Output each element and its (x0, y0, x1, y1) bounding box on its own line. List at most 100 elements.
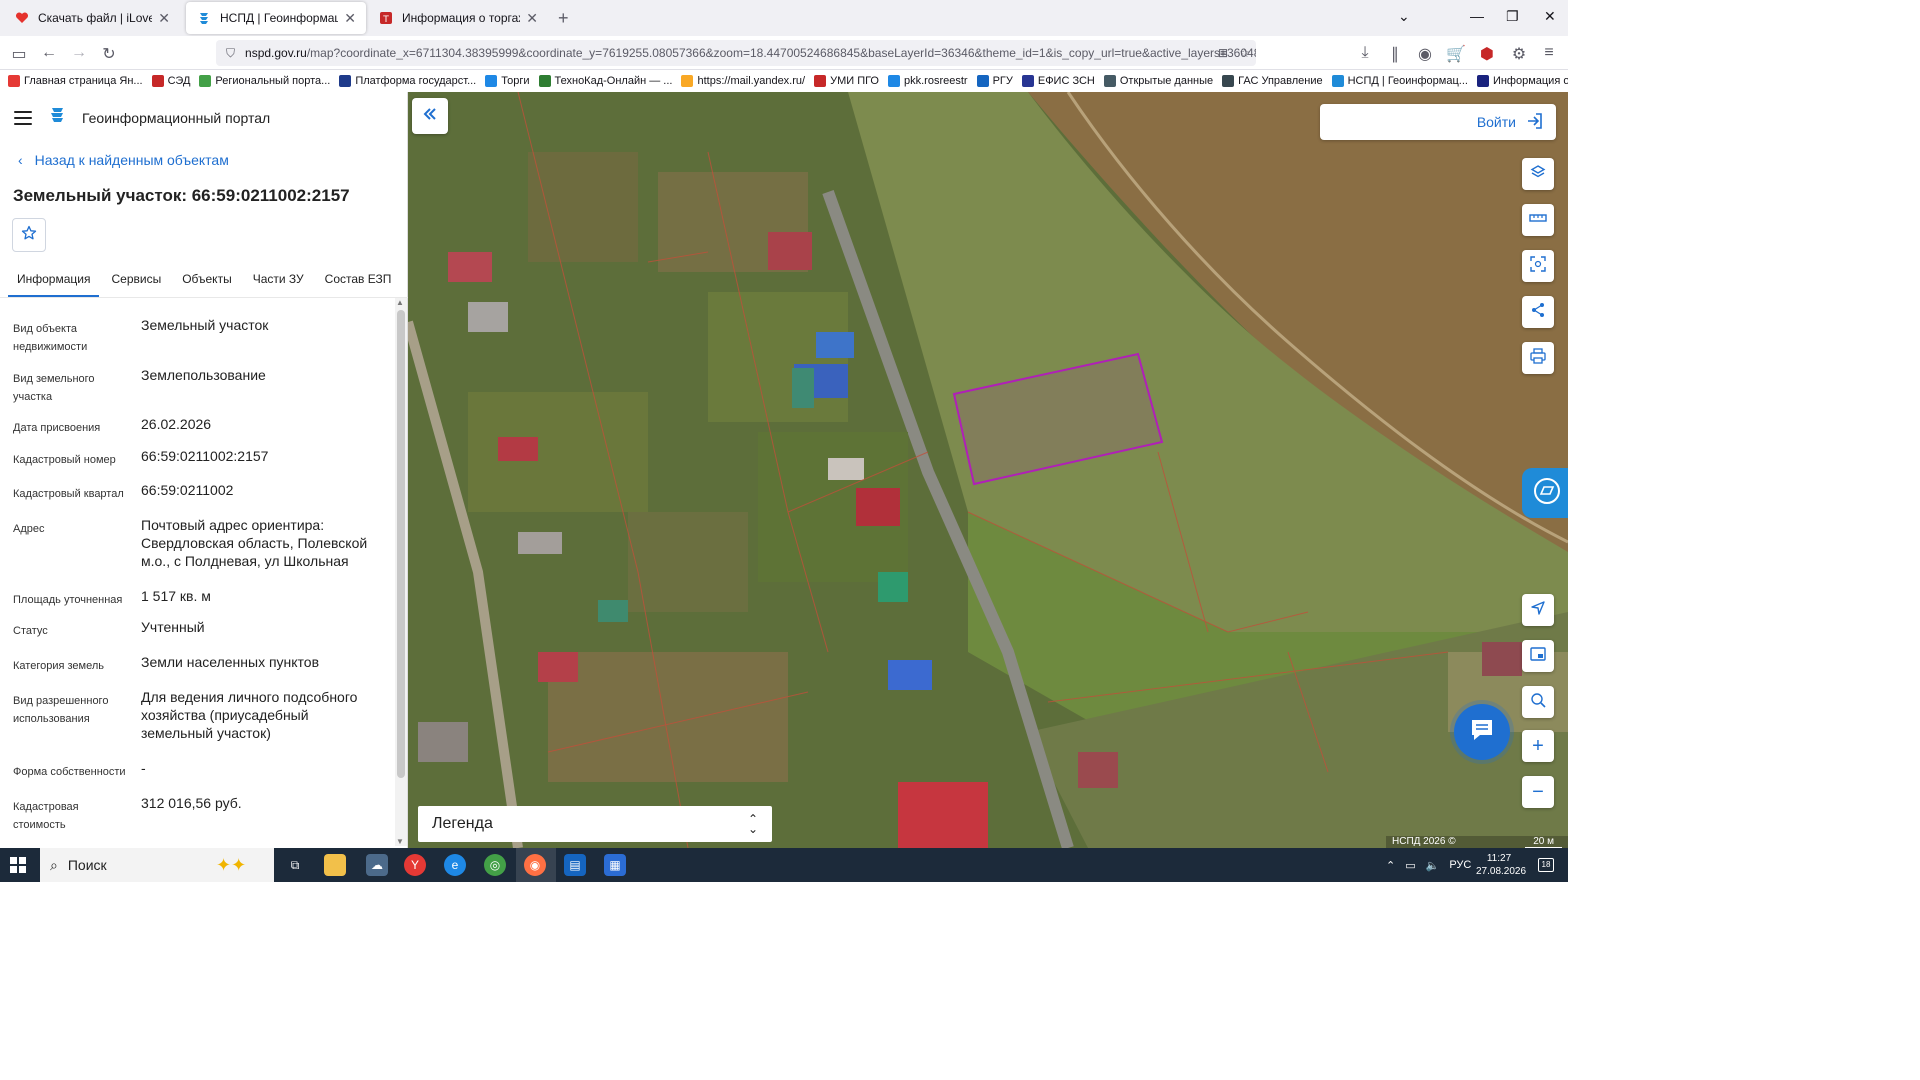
clock[interactable]: 11:27 27.08.2026 (1476, 852, 1527, 878)
legend-dropdown[interactable]: Легенда ⌃ ⌄ (418, 806, 772, 842)
bookmark-favicon-icon (1222, 75, 1235, 87)
bookmark-label: РГУ (992, 75, 1013, 87)
tab-objects[interactable]: Объекты (173, 262, 241, 297)
chat-button[interactable] (1454, 704, 1510, 760)
window-close-icon[interactable]: ✕ (1544, 8, 1556, 25)
printer-icon (1530, 347, 1546, 369)
share-button[interactable] (1522, 296, 1554, 328)
zoom-out-button[interactable]: − (1522, 776, 1554, 808)
map-view[interactable]: Войти + − Легенда ⌃ ⌄ НСПД 2026 © 20 м (408, 92, 1568, 848)
bookmark-star-icon[interactable]: ☆ (1239, 46, 1250, 60)
layers-icon (1530, 164, 1546, 185)
restore-icon[interactable]: ❐ (1506, 8, 1519, 25)
internet-explorer-icon[interactable]: e (444, 854, 466, 876)
bookmark-item[interactable]: ГАС Управление (1222, 75, 1323, 87)
search-highlight-icon: ✦✦ (216, 854, 247, 875)
tab-torgi[interactable]: Т Информация о торгах — Глав ✕ (368, 2, 548, 34)
taskbar-search[interactable]: ⌕ Поиск ✦✦ (40, 848, 274, 882)
network-icon[interactable]: ▭ (1405, 859, 1415, 872)
bookmark-label: СЭД (167, 75, 191, 87)
notification-badge[interactable]: 18 (1538, 858, 1554, 872)
bookmark-item[interactable]: Региональный порта... (199, 75, 330, 87)
layers-button[interactable] (1522, 158, 1554, 190)
bookmark-item[interactable]: Главная страница Ян... (8, 75, 143, 87)
attribute-value: 312 016,56 руб. (141, 795, 242, 811)
bookmark-item[interactable]: РГУ (976, 75, 1013, 87)
task-view-icon[interactable]: ⧉ (284, 854, 306, 876)
assistant-button[interactable] (1522, 468, 1568, 518)
reload-icon[interactable]: ↻ (100, 44, 118, 64)
attribute-list: Вид объекта недвижимости Земельный участ… (0, 306, 396, 846)
bookmark-favicon-icon (1331, 75, 1344, 87)
tab-services[interactable]: Сервисы (102, 262, 170, 297)
firefox-icon[interactable]: ◉ (524, 854, 546, 876)
tab-ilovepdf[interactable]: Скачать файл | iLovePDF ✕ (4, 2, 180, 34)
tab-information[interactable]: Информация (8, 262, 100, 297)
login-button[interactable]: Войти (1320, 104, 1556, 140)
bookmark-item[interactable]: https://mail.yandex.ru/ (681, 75, 805, 87)
bookmark-item[interactable]: Информация о граж... (1476, 75, 1568, 87)
minimap-button[interactable] (1522, 640, 1554, 672)
cart-icon[interactable]: 🛒 (1446, 44, 1466, 64)
app-icon[interactable]: ☁ (366, 854, 388, 876)
shield-icon[interactable]: ⛉ (226, 46, 235, 61)
satellite-imagery (408, 92, 1568, 848)
downloads-icon[interactable]: ⤓ (1356, 44, 1374, 62)
close-icon[interactable]: ✕ (158, 10, 170, 27)
zoom-in-button[interactable]: + (1522, 730, 1554, 762)
chevron-left-icon: ‹ (18, 152, 23, 168)
bookmark-favicon-icon (888, 75, 900, 87)
bookmark-item[interactable]: НСПД | Геоинформац... (1331, 75, 1468, 87)
clock-date: 27.08.2026 (1476, 866, 1527, 877)
sidebar-toggle-icon[interactable]: ▭ (10, 44, 28, 64)
new-tab-plus-icon[interactable]: + (558, 8, 569, 29)
tab-ezp-composition[interactable]: Состав ЕЗП (316, 262, 401, 297)
install-app-icon[interactable]: ⊞ (1218, 46, 1228, 60)
bookmark-label: Главная страница Ян... (24, 75, 143, 87)
windows-start-icon[interactable] (10, 857, 26, 873)
ruler-button[interactable] (1522, 204, 1554, 236)
tab-nspd[interactable]: НСПД | Геоинформационный ✕ (186, 2, 366, 34)
extensions-icon[interactable]: ⚙ (1510, 44, 1528, 64)
hamburger-menu-icon[interactable] (14, 110, 32, 125)
scroll-thumb[interactable] (397, 310, 405, 778)
language-indicator[interactable]: РУС (1449, 859, 1471, 871)
tab-list-chevron-icon[interactable]: ⌄ (1398, 8, 1410, 25)
address-bar[interactable]: ⛉ nspd.gov.ru /map?coordinate_x=6711304.… (216, 40, 1256, 66)
tab-parts[interactable]: Части ЗУ (244, 262, 313, 297)
bookmark-item[interactable]: Платформа государст... (339, 75, 476, 87)
search-on-map-button[interactable] (1522, 686, 1554, 718)
print-button[interactable] (1522, 342, 1554, 374)
bookmark-item[interactable]: ЕФИС ЗСН (1021, 75, 1095, 87)
area-select-button[interactable] (1522, 250, 1554, 282)
word-document-icon[interactable]: ▦ (604, 854, 626, 876)
collapse-panel-button[interactable] (412, 98, 448, 134)
back-arrow-icon[interactable]: ← (40, 44, 58, 62)
favorite-button[interactable] (12, 218, 46, 252)
bookmark-item[interactable]: Открытые данные (1103, 75, 1213, 87)
bookmark-item[interactable]: СЭД (151, 75, 191, 87)
volume-icon[interactable]: 🔈 (1426, 859, 1440, 872)
close-icon[interactable]: ✕ (344, 10, 356, 27)
close-icon[interactable]: ✕ (526, 10, 538, 27)
panel-scrollbar[interactable]: ▲ ▼ (395, 298, 407, 846)
chevron-up-icon[interactable]: ⌃ (1386, 859, 1395, 872)
chrome-icon[interactable]: ◎ (484, 854, 506, 876)
geolocation-button[interactable] (1522, 594, 1554, 626)
library-icon[interactable]: ∥ (1386, 44, 1404, 64)
back-to-results-link[interactable]: ‹ Назад к найденным объектам (18, 152, 229, 168)
bookmark-item[interactable]: ТехноКад-Онлайн — ... (538, 75, 672, 87)
scroll-up-icon[interactable]: ▲ (396, 298, 404, 307)
bookmark-item[interactable]: pkk.rosreestr (888, 75, 968, 87)
window-app-icon[interactable]: ▤ (564, 854, 586, 876)
extension-shield-icon[interactable]: ⬢ (1478, 44, 1496, 64)
menu-icon[interactable]: ≡ (1540, 44, 1558, 62)
forward-arrow-icon[interactable]: → (70, 44, 88, 62)
minimize-icon[interactable]: — (1470, 8, 1484, 24)
account-icon[interactable]: ◉ (1416, 44, 1434, 64)
scroll-down-icon[interactable]: ▼ (396, 837, 404, 846)
bookmark-item[interactable]: УМИ ПГО (814, 75, 879, 87)
bookmark-item[interactable]: Торги (485, 75, 530, 87)
file-explorer-icon[interactable] (324, 854, 346, 876)
yandex-browser-icon[interactable]: Y (404, 854, 426, 876)
